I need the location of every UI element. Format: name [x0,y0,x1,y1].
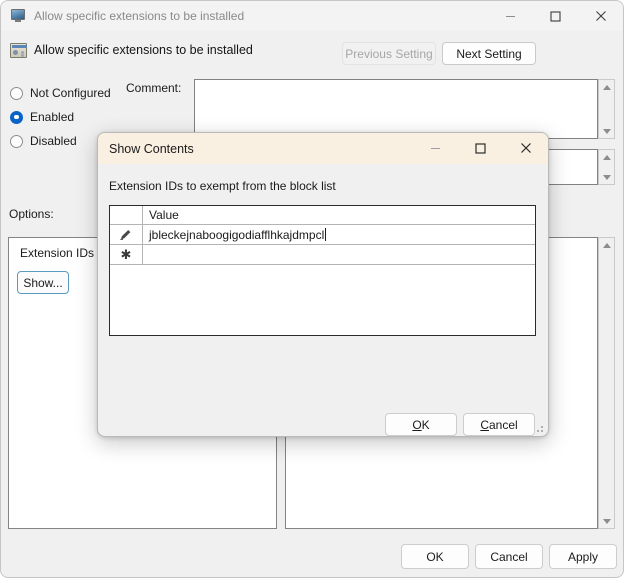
comment-scrollbar[interactable] [598,79,615,139]
radio-label: Disabled [30,134,77,148]
show-button[interactable]: Show... [17,271,69,294]
minimize-icon[interactable] [413,133,458,163]
close-icon[interactable] [578,1,623,31]
grid-cell-value[interactable]: jbleckejnaboogigodiafflhkajdmpcl [143,225,535,244]
radio-label: Enabled [30,110,75,124]
values-grid: Value jbleckejnaboogigodiafflhkajdmpcl ✱ [109,205,536,336]
policy-setting-icon [10,43,27,58]
close-icon[interactable] [503,133,548,163]
resize-grip[interactable] [535,424,545,434]
comment-textarea[interactable] [194,79,598,139]
scroll-up-icon[interactable] [599,80,614,94]
radio-enabled[interactable]: Enabled [10,105,120,129]
accel-letter: O [412,417,422,432]
table-row[interactable]: ✱ [110,245,535,265]
scroll-down-icon[interactable] [599,514,614,528]
comment-label: Comment: [126,81,182,95]
dialog-title: Show Contents [109,141,194,156]
grid-cell-text: jbleckejnaboogigodiafflhkajdmpcl [149,227,325,242]
options-label: Options: [9,207,54,221]
dialog-description: Extension IDs to exempt from the block l… [109,179,336,193]
ok-button[interactable]: OK [401,544,469,569]
radio-mark-icon [10,110,23,124]
asterisk-icon: ✱ [110,245,143,264]
window-title: Allow specific extensions to be installe… [34,9,245,23]
scroll-down-icon[interactable] [599,170,614,184]
radio-mark-icon [10,134,23,148]
previous-setting-button[interactable]: Previous Setting [342,42,436,65]
grid-header-row: Value [110,206,535,225]
window-titlebar: Allow specific extensions to be installe… [1,1,623,31]
pencil-icon [110,225,143,244]
scroll-up-icon[interactable] [599,238,614,252]
grid-header-value-cell: Value [149,208,179,222]
grid-header-selector-cell [110,206,143,224]
show-contents-dialog: Show Contents Extension IDs to exempt fr… [97,132,549,437]
radio-not-configured[interactable]: Not Configured [10,81,120,105]
dialog-window-controls [413,133,548,164]
accel-letter: C [480,417,489,432]
apply-button[interactable]: Apply [549,544,617,569]
label-rest: ancel [488,417,518,432]
maximize-icon[interactable] [458,133,503,163]
text-caret [325,228,327,241]
dialog-ok-button[interactable]: OK [385,413,457,436]
minimize-icon[interactable] [488,1,533,31]
scroll-down-icon[interactable] [599,124,614,138]
grid-cell-value[interactable] [143,245,535,264]
radio-mark-icon [10,86,23,100]
scroll-up-icon[interactable] [599,150,614,164]
cancel-button[interactable]: Cancel [475,544,543,569]
window-controls [488,1,623,31]
help-scrollbar[interactable] [598,237,615,529]
monitor-icon [10,8,26,24]
setting-title: Allow specific extensions to be installe… [34,43,253,57]
label-rest: K [421,417,430,432]
dialog-titlebar: Show Contents [98,133,548,164]
next-setting-button[interactable]: Next Setting [442,42,536,65]
dialog-cancel-button[interactable]: Cancel [463,413,535,436]
maximize-icon[interactable] [533,1,578,31]
table-row[interactable]: jbleckejnaboogigodiafflhkajdmpcl [110,225,535,245]
gpedit-setting-window: Allow specific extensions to be installe… [0,0,624,578]
radio-label: Not Configured [30,86,111,100]
supported-on-scrollbar[interactable] [598,149,615,185]
